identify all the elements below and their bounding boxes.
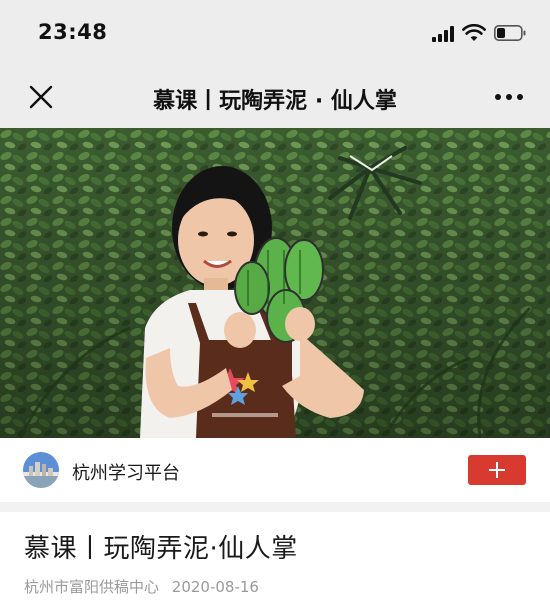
article-date: 2020-08-16: [171, 578, 259, 596]
divider: [0, 502, 550, 512]
article-title: 慕课丨玩陶弄泥·仙人掌: [24, 534, 298, 564]
article-source[interactable]: 杭州市富阳供稿中心: [24, 578, 159, 596]
video-thumbnail: [0, 128, 550, 438]
battery-icon: [494, 25, 526, 41]
signal-icon: [432, 26, 456, 42]
avatar[interactable]: [23, 452, 59, 488]
status-time: 23:48: [38, 20, 108, 44]
status-bar: 23:48: [0, 0, 550, 66]
follow-button[interactable]: [468, 455, 526, 485]
wifi-icon: [462, 24, 486, 41]
more-dots-icon[interactable]: [490, 82, 530, 112]
nav-bar: 慕课丨玩陶弄泥 · 仙人掌: [0, 66, 550, 128]
account-bar: 杭州学习平台: [0, 438, 550, 502]
account-name[interactable]: 杭州学习平台: [72, 459, 180, 485]
page-title: 慕课丨玩陶弄泥 · 仙人掌: [153, 89, 397, 114]
close-icon[interactable]: [26, 82, 56, 112]
article-meta: 杭州市富阳供稿中心 2020-08-16: [24, 576, 259, 597]
video-player[interactable]: [0, 128, 550, 438]
